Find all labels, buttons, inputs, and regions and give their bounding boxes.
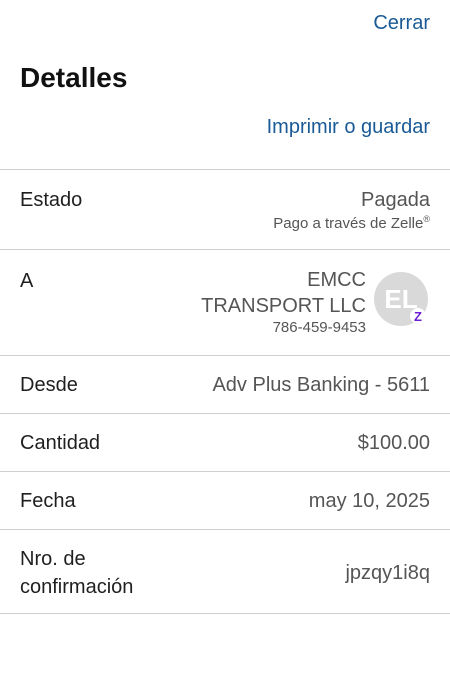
- recipient-name: EMCC TRANSPORT LLC: [166, 267, 366, 319]
- date-label: Fecha: [20, 490, 76, 512]
- payment-method: Pago a través de Zelle®: [273, 214, 430, 232]
- payment-method-text: Pago a través de Zelle: [273, 215, 424, 232]
- registered-mark: ®: [423, 214, 430, 224]
- recipient-row: A EMCC TRANSPORT LLC 786-459-9453 EL Z: [0, 250, 450, 356]
- date-value: may 10, 2025: [308, 490, 430, 512]
- date-row: Fecha may 10, 2025: [0, 472, 450, 530]
- close-link[interactable]: Cerrar: [373, 12, 430, 35]
- from-label: Desde: [20, 374, 78, 396]
- zelle-badge-glyph: Z: [414, 308, 422, 324]
- recipient-name-line2: TRANSPORT LLC: [201, 295, 366, 317]
- zelle-icon: Z: [410, 308, 426, 324]
- status-row: Estado Pagada Pago a través de Zelle®: [0, 170, 450, 250]
- print-or-save-link[interactable]: Imprimir o guardar: [267, 116, 430, 139]
- amount-label: Cantidad: [20, 432, 101, 454]
- amount-value: $100.00: [357, 432, 430, 454]
- confirmation-label: Nro. de confirmación: [20, 548, 134, 598]
- from-row: Desde Adv Plus Banking - 5611: [0, 356, 450, 414]
- status-value: Pagada: [361, 189, 430, 211]
- details-list: Estado Pagada Pago a través de Zelle® A …: [0, 169, 450, 614]
- status-label: Estado: [20, 189, 83, 211]
- confirmation-value: jpzqy1i8q: [345, 562, 430, 584]
- recipient-phone: 786-459-9453: [272, 319, 366, 336]
- amount-row: Cantidad $100.00: [0, 414, 450, 472]
- page-title: Detalles: [20, 62, 128, 93]
- recipient-name-line1: EMCC: [307, 269, 366, 291]
- recipient-label: A: [20, 270, 34, 292]
- confirmation-row: Nro. de confirmación jpzqy1i8q: [0, 530, 450, 614]
- from-value: Adv Plus Banking - 5611: [212, 374, 430, 396]
